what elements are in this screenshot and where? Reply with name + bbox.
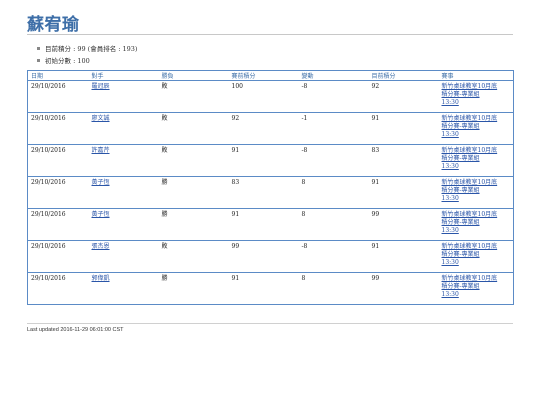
event-cell: 新竹桌球教室10月底 積分賽-專業組 13:30 — [438, 240, 514, 273]
page: 蘇宥瑜 目前積分 : 99 (會員排名 : 193) 初始分數 : 100 日期… — [0, 0, 540, 405]
table-row: 29/10/2016 廖文誠 敗 92 -1 91 新竹桌球教室10月底 積分賽-專業組 1… — [27, 112, 514, 145]
date-cell: 29/10/2016 — [27, 176, 89, 209]
event-link[interactable]: 新竹桌球教室10月底 積分賽-專業組 13:30 — [442, 179, 498, 202]
score-after-cell: 83 — [368, 144, 439, 177]
last-updated: Last updated 2016-11-29 06:01:00 CST — [27, 327, 124, 333]
score-before-cell: 91 — [231, 275, 240, 282]
table-header-row: 日期 對手 勝負 賽前積分 變動 目前積分 賽事 — [27, 70, 514, 81]
table-row: 29/10/2016 郭偉凱 勝 91 8 99 新竹桌球教室10月底 積分賽-專業組 13… — [28, 273, 514, 305]
event-link[interactable]: 新竹桌球教室10月底 積分賽-專業組 13:30 — [442, 115, 498, 138]
score-after-cell: 99 — [371, 275, 380, 282]
event-cell: 新竹桌球教室10月底 積分賽-專業組 13:30 — [438, 208, 514, 241]
event-cell: 新竹桌球教室10月底 積分賽-專業組 13:30 — [438, 176, 514, 209]
table-row: 29/10/2016 許嘉芹 敗 91 -8 83 新竹桌球教室10月底 積分賽-專業組 1… — [27, 144, 514, 177]
score-before-cell: 99 — [228, 240, 299, 273]
result-cell: 敗 — [158, 144, 229, 177]
column-header-change[interactable]: 變動 — [298, 70, 369, 81]
score-change-cell: -1 — [298, 112, 369, 145]
score-before-cell: 91 — [228, 208, 299, 241]
event-cell: 新竹桌球教室10月底 積分賽-專業組 13:30 — [438, 112, 514, 145]
date-cell: 29/10/2016 — [27, 80, 89, 113]
score-before-cell: 83 — [228, 176, 299, 209]
result-cell: 敗 — [158, 112, 229, 145]
score-change-cell: 8 — [301, 275, 306, 282]
event-link[interactable]: 新竹桌球教室10月底 積分賽-專業組 13:30 — [442, 243, 498, 266]
table-body: 29/10/2016 羅冠辰敗 100 -8 92 新竹桌球教室10月底 積分賽-專業組 … — [27, 80, 514, 305]
result-cell: 勝 — [158, 176, 229, 209]
event-link[interactable]: 新竹桌球教室10月底 積分賽-專業組 13:30 — [442, 211, 498, 234]
score-after-cell: 91 — [368, 240, 439, 273]
date-cell: 29/10/2016 — [27, 112, 89, 145]
opponent-cell: 黃子恆 — [88, 176, 159, 209]
event-link[interactable]: 新竹桌球教室10月底 積分賽-專業組 13:30 — [442, 275, 498, 298]
column-header-opponent[interactable]: 對手 — [88, 70, 159, 81]
event-cell: 新竹桌球教室10月底 積分賽-專業組 13:30 — [438, 144, 514, 177]
score-before-cell: 91 — [228, 144, 299, 177]
score-after-cell: 91 — [368, 112, 439, 145]
table-row: 29/10/2016 黃子恆 勝 91 8 99 新竹桌球教室10月底 積分賽-專業組 13… — [27, 208, 514, 241]
title-divider — [27, 34, 513, 35]
column-header-after[interactable]: 目前積分 — [368, 70, 439, 81]
event-cell: 新竹桌球教室10月底 積分賽-專業組 13:30 — [439, 273, 514, 305]
result-cell: 敗 — [158, 80, 229, 113]
date-cell: 29/10/2016 — [31, 275, 66, 282]
opponent-link[interactable]: 廖文誠 — [92, 115, 110, 122]
match-table: 日期 對手 勝負 賽前積分 變動 目前積分 賽事 29/10/2016 羅冠辰敗 1… — [27, 70, 514, 305]
bullet-icon — [37, 59, 40, 62]
column-header-result[interactable]: 勝負 — [158, 70, 229, 81]
result-cell: 勝 — [158, 208, 229, 241]
info-item-current-score: 目前積分 : 99 (會員排名 : 193) — [35, 43, 137, 55]
table-row: 29/10/2016 羅冠辰 敗 100 -8 92 新竹桌球教室10月底 積分賽-專業組 … — [27, 80, 514, 113]
date-cell: 29/10/2016 — [27, 240, 89, 273]
opponent-link[interactable]: 許嘉芹 — [92, 147, 110, 154]
event-link[interactable]: 新竹桌球教室10月底 積分賽-專業組 13:30 — [442, 83, 498, 106]
score-change-cell: -8 — [298, 80, 369, 113]
footer-divider — [27, 323, 513, 324]
table-row: 29/10/2016 張杰恩 敗 99 -8 91 新竹桌球教室10月底 積分賽-專業組 1… — [27, 240, 514, 273]
score-before-cell: 92 — [228, 112, 299, 145]
opponent-link[interactable]: 羅冠辰 — [92, 83, 110, 90]
score-change-cell: 8 — [298, 176, 369, 209]
score-after-cell: 91 — [368, 176, 439, 209]
info-list: 目前積分 : 99 (會員排名 : 193) 初始分數 : 100 — [35, 43, 137, 67]
opponent-link[interactable]: 郭偉凱 — [92, 275, 110, 282]
column-header-date[interactable]: 日期 — [27, 70, 89, 81]
score-change-cell: 8 — [298, 208, 369, 241]
opponent-cell: 張杰恩 — [88, 240, 159, 273]
page-title: 蘇宥瑜 — [27, 15, 80, 35]
score-after-cell: 92 — [368, 80, 439, 113]
date-cell: 29/10/2016 — [27, 208, 89, 241]
opponent-link[interactable]: 黃子恆 — [92, 179, 110, 186]
score-after-cell: 99 — [368, 208, 439, 241]
table-row: 29/10/2016 黃子恆 勝 83 8 91 新竹桌球教室10月底 積分賽-專業組 13… — [27, 176, 514, 209]
column-header-event[interactable]: 賽事 — [438, 70, 514, 81]
result-cell: 敗 — [158, 240, 229, 273]
bullet-icon — [37, 47, 40, 50]
info-item-initial-score: 初始分數 : 100 — [35, 55, 137, 67]
event-cell: 新竹桌球教室10月底 積分賽-專業組 13:30 — [438, 80, 514, 113]
event-link[interactable]: 新竹桌球教室10月底 積分賽-專業組 13:30 — [442, 147, 498, 170]
opponent-link[interactable]: 黃子恆 — [92, 211, 110, 218]
date-cell: 29/10/2016 — [27, 144, 89, 177]
opponent-cell: 郭偉凱 — [89, 273, 159, 305]
opponent-cell: 廖文誠 — [88, 112, 159, 145]
opponent-link[interactable]: 張杰恩 — [92, 243, 110, 250]
opponent-cell: 羅冠辰 — [88, 80, 159, 113]
score-change-cell: -8 — [298, 240, 369, 273]
score-change-cell: -8 — [298, 144, 369, 177]
column-header-before[interactable]: 賽前積分 — [228, 70, 299, 81]
result-cell: 勝 — [161, 275, 168, 282]
opponent-cell: 許嘉芹 — [88, 144, 159, 177]
score-before-cell: 100 — [228, 80, 299, 113]
opponent-cell: 黃子恆 — [88, 208, 159, 241]
